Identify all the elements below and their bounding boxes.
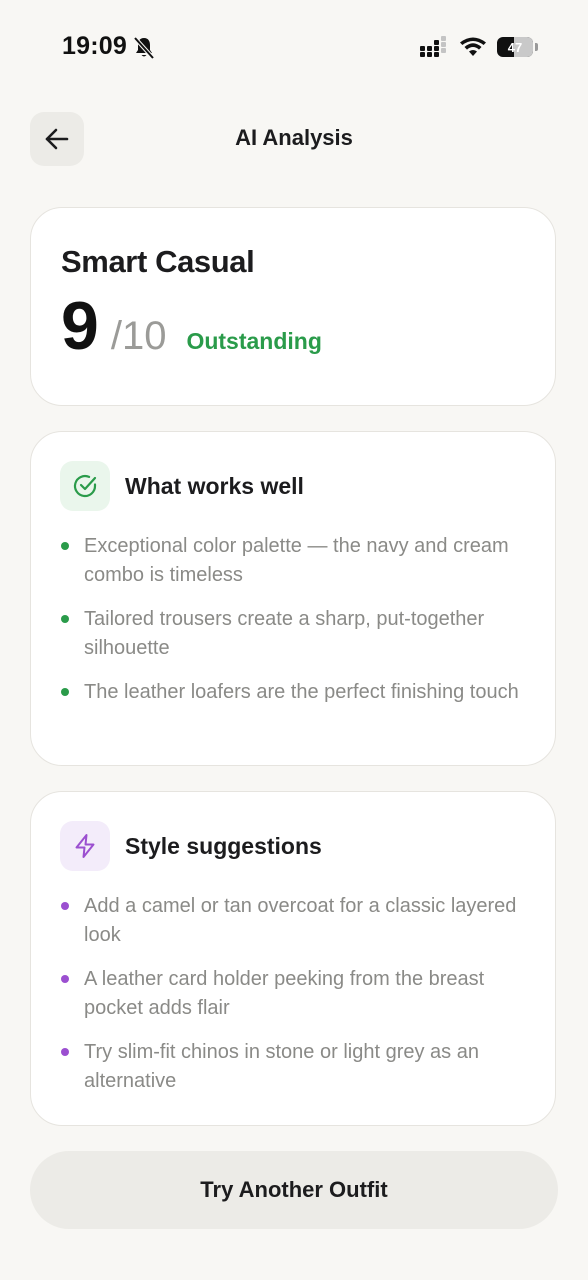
page-title: AI Analysis — [235, 125, 353, 150]
bullet-dot — [61, 902, 69, 910]
score-value: 9 — [61, 288, 99, 364]
status-icons: 47 — [419, 36, 538, 58]
list-item-text: Tailored trousers create a sharp, put-to… — [84, 608, 485, 659]
works-well-card: What works well Exceptional color palett… — [30, 431, 556, 766]
score-row: 9 /10 Outstanding — [61, 292, 322, 360]
score-rating: Outstanding — [186, 328, 322, 354]
list-item-text: Try slim-fit chinos in stone or light gr… — [84, 1041, 479, 1092]
works-well-title: What works well — [125, 472, 304, 499]
bullet-dot — [61, 615, 69, 623]
score-max: /10 — [110, 314, 167, 358]
list-item: Try slim-fit chinos in stone or light gr… — [61, 1038, 531, 1096]
status-time: 19:09 — [62, 32, 127, 60]
works-well-list: Exceptional color palette — the navy and… — [61, 532, 531, 722]
list-item-text: The leather loafers are the perfect fini… — [84, 681, 519, 703]
style-suggestions-title: Style suggestions — [125, 832, 322, 859]
bullet-dot — [61, 542, 69, 550]
style-name: Smart Casual — [61, 244, 255, 279]
status-bar: 19:09 47 — [0, 0, 588, 94]
battery-icon: 47 — [497, 37, 533, 57]
style-suggestions-card: Style suggestions Add a camel or tan ove… — [30, 791, 556, 1126]
bullet-dot — [61, 1048, 69, 1056]
check-circle-icon — [60, 461, 110, 511]
list-item: A leather card holder peeking from the b… — [61, 965, 531, 1023]
battery-level: 47 — [507, 39, 523, 55]
list-item-text: Add a camel or tan overcoat for a classi… — [84, 895, 517, 946]
try-another-outfit-button[interactable]: Try Another Outfit — [30, 1151, 558, 1229]
style-suggestions-header: Style suggestions — [60, 821, 322, 871]
bullet-dot — [61, 975, 69, 983]
works-well-header: What works well — [60, 461, 304, 511]
bullet-dot — [61, 688, 69, 696]
bell-slash-icon — [133, 36, 155, 60]
list-item-text: Exceptional color palette — the navy and… — [84, 535, 509, 586]
list-item: Tailored trousers create a sharp, put-to… — [61, 605, 531, 663]
list-item-text: A leather card holder peeking from the b… — [84, 968, 485, 1019]
score-card: Smart Casual 9 /10 Outstanding — [30, 207, 556, 406]
list-item: Add a camel or tan overcoat for a classi… — [61, 892, 531, 950]
signal-icon — [420, 36, 446, 57]
list-item: Exceptional color palette — the navy and… — [61, 532, 531, 590]
list-item: The leather loafers are the perfect fini… — [61, 678, 531, 707]
wifi-icon — [460, 37, 486, 56]
lightning-bolt-icon — [60, 821, 110, 871]
battery-nub — [535, 43, 538, 51]
style-suggestions-list: Add a camel or tan overcoat for a classi… — [61, 892, 531, 1111]
